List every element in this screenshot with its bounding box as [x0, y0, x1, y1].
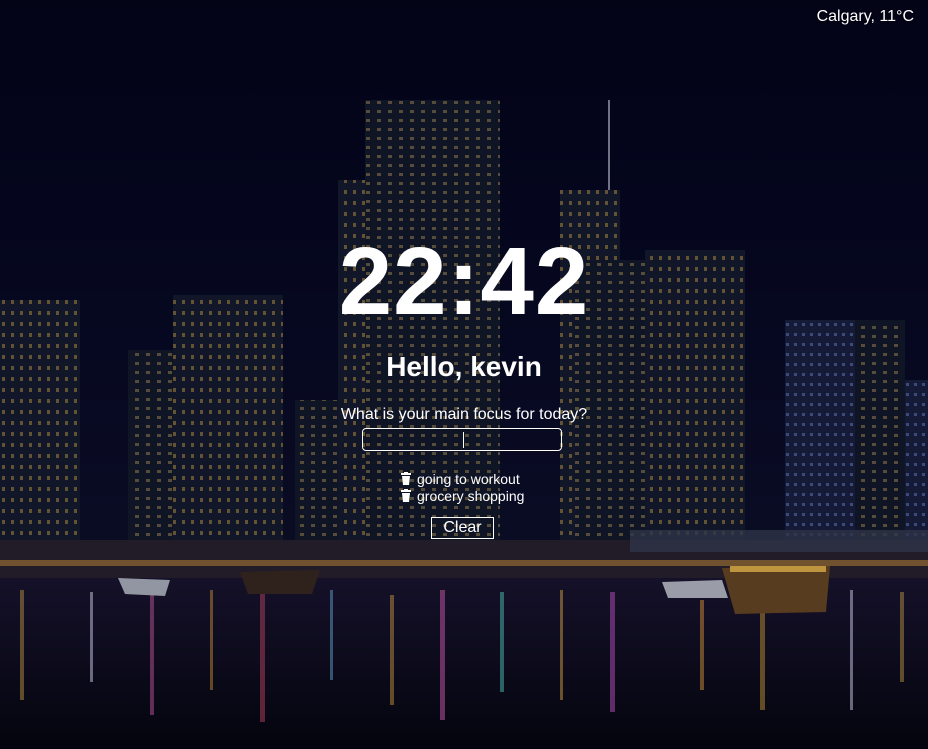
todo-list: going to workout grocery shopping	[400, 470, 524, 504]
todo-label: grocery shopping	[417, 487, 525, 504]
clock-time: 22:42	[338, 228, 590, 335]
text-caret	[463, 432, 464, 448]
trash-icon[interactable]	[400, 471, 412, 486]
todo-item: going to workout	[400, 470, 524, 487]
app-root: Calgary, 11°C 22:42 Hello, kevin What is…	[0, 0, 928, 749]
trash-icon[interactable]	[400, 488, 412, 503]
clear-button[interactable]: Clear	[431, 517, 494, 539]
todo-label: going to workout	[417, 470, 520, 487]
todo-item: grocery shopping	[400, 487, 524, 504]
focus-prompt: What is your main focus for today?	[340, 406, 588, 423]
focus-input[interactable]	[362, 428, 562, 451]
weather-widget: Calgary, 11°C	[816, 8, 914, 25]
greeting-text: Hello, kevin	[386, 351, 542, 382]
